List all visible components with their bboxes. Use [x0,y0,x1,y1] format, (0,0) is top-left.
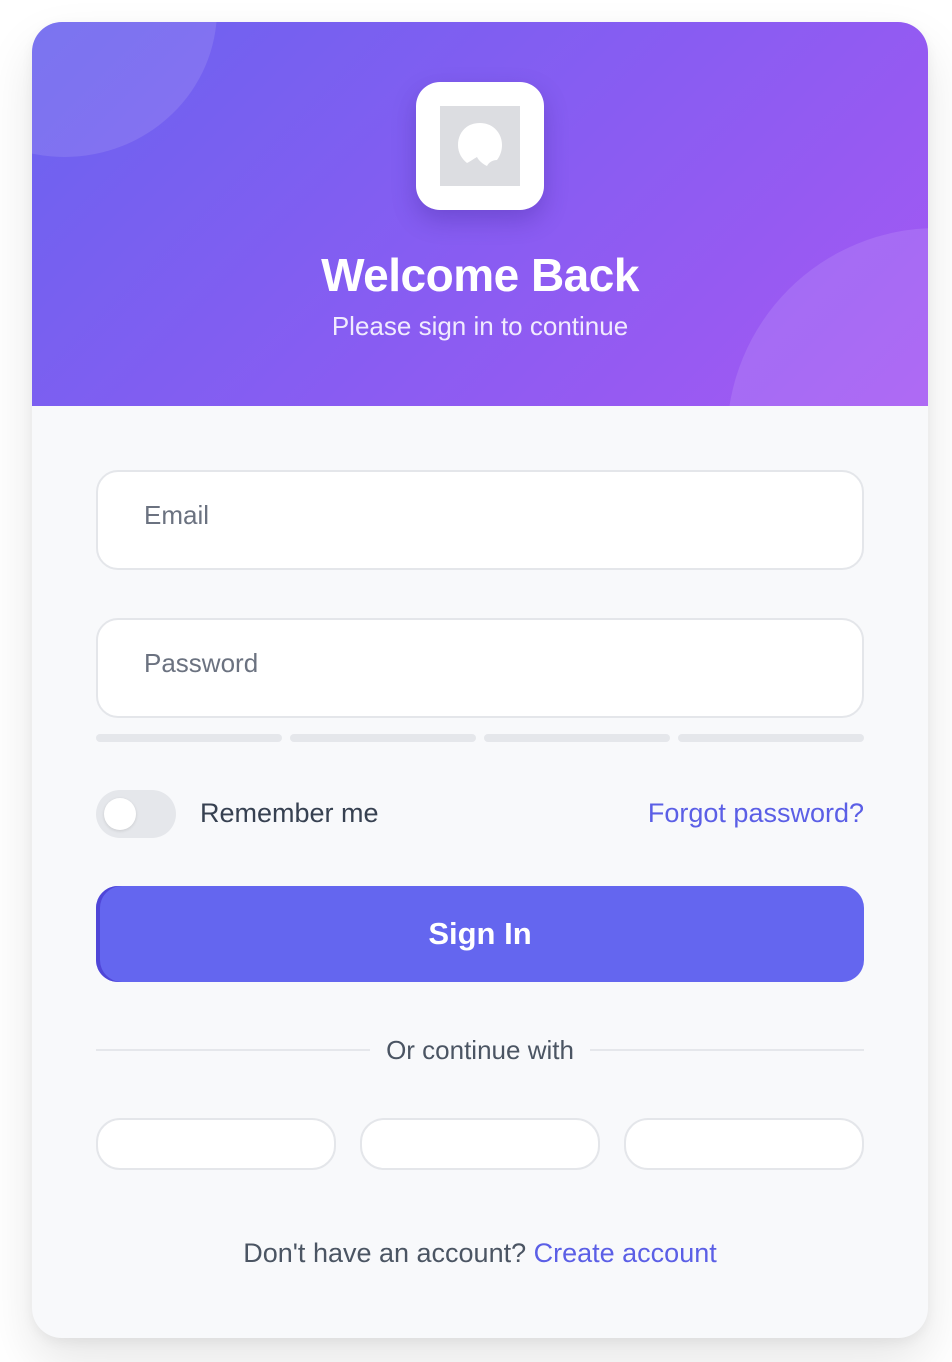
social-login-button-3[interactable] [624,1118,864,1170]
strength-segment [484,734,670,742]
page-title: Welcome Back [321,249,639,301]
password-input[interactable] [144,646,824,680]
strength-segment [96,734,282,742]
decorative-circle-top-left [32,22,217,157]
login-card: Welcome Back Please sign in to continue … [32,22,928,1338]
image-placeholder-icon [440,106,520,186]
create-account-link[interactable]: Create account [534,1238,717,1268]
remember-me-label[interactable]: Remember me [200,798,379,829]
strength-segment [678,734,864,742]
password-field[interactable] [96,618,864,718]
divider-label: Or continue with [386,1034,574,1065]
login-header: Welcome Back Please sign in to continue [32,22,928,406]
password-strength-meter [96,734,864,742]
page-subtitle: Please sign in to continue [331,311,629,341]
sign-in-button[interactable]: Sign In [96,886,864,982]
social-login-button-2[interactable] [360,1118,600,1170]
social-login-button-1[interactable] [96,1118,336,1170]
divider-line [589,1049,864,1051]
divider-line [96,1049,371,1051]
strength-segment [290,734,476,742]
email-input[interactable] [144,498,824,532]
logo [416,82,544,210]
social-divider: Or continue with [96,1034,864,1066]
forgot-password-link[interactable]: Forgot password? [648,798,864,829]
signup-prompt: Don't have an account? Create account [32,1238,928,1269]
signup-prompt-text: Don't have an account? [243,1238,527,1268]
toggle-knob [104,798,136,830]
remember-me-toggle[interactable] [96,790,176,838]
email-field[interactable] [96,470,864,570]
